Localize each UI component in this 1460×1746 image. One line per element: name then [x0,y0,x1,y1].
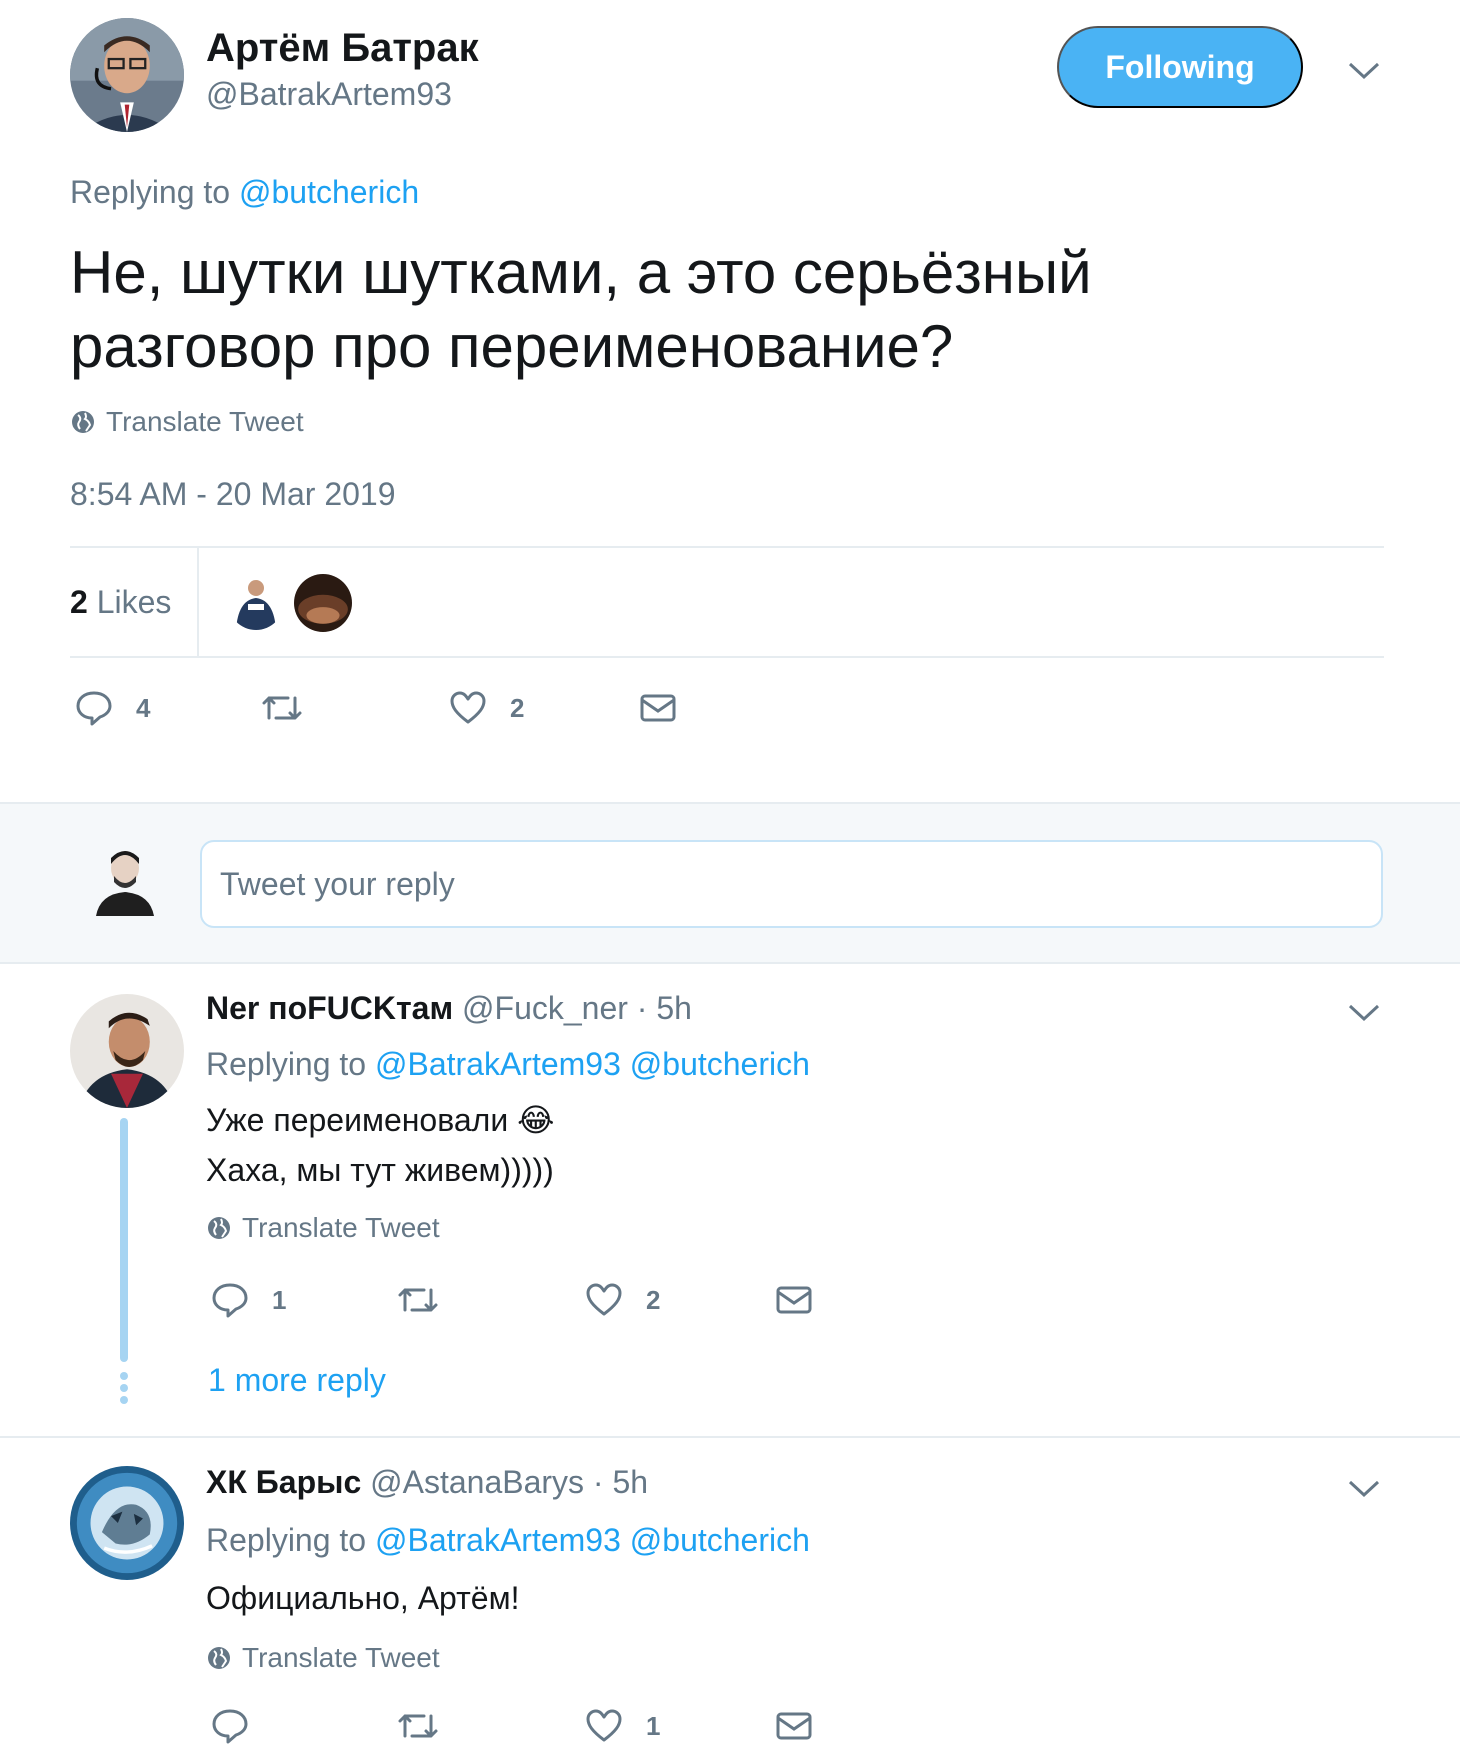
reply-header: Ner поFUCKтам @Fuck_ner · 5h [206,990,692,1027]
following-button[interactable]: Following [1057,26,1303,108]
likes-number: 2 [70,584,88,620]
liker-avatar[interactable] [294,574,352,632]
replying-to: Replying to @BatrakArtem93 @butcherich [206,1046,810,1083]
retweet-icon [396,1706,440,1746]
reply-text-line: Хаха, мы тут живем))))) [206,1152,554,1188]
likes-label: Likes [96,584,172,620]
speech-bubble-icon [74,688,114,728]
thread-dot [120,1372,128,1380]
envelope-icon [774,1706,814,1746]
current-user-avatar[interactable] [90,842,160,916]
reply-count: 4 [136,692,151,723]
like-action[interactable]: 2 [584,1280,660,1320]
reply-header: ХК Барыс @AstanaBarys · 5h [206,1464,648,1501]
reply-author-name[interactable]: Ner поFUCKтам [206,990,453,1026]
reply-action[interactable]: 4 [74,688,150,728]
like-count: 2 [510,692,525,723]
retweet-icon [396,1280,440,1320]
chevron-down-icon[interactable] [1347,1002,1381,1024]
likes-count[interactable]: 2 Likes [70,584,171,621]
chevron-down-icon[interactable] [1347,60,1381,82]
replying-prefix: Replying to [206,1046,367,1082]
speech-bubble-icon [210,1280,250,1320]
reply-text-line: Официально, Артём! [206,1580,520,1616]
reply-time[interactable]: · 5h [637,990,692,1026]
reply-action[interactable] [210,1706,272,1746]
divider [70,546,1384,548]
retweet-action[interactable] [260,688,304,728]
author-avatar[interactable] [70,18,184,132]
divider [0,1436,1460,1438]
retweet-icon [260,688,304,728]
reply-count: 1 [272,1284,287,1315]
thread-dot [120,1384,128,1392]
chevron-down-icon[interactable] [1347,1478,1381,1500]
thread-connector [120,1118,128,1362]
tweet-timestamp[interactable]: 8:54 AM - 20 Mar 2019 [70,476,396,513]
direct-message-action[interactable] [774,1280,814,1320]
translate-label: Translate Tweet [242,1642,440,1673]
reply-text-line: Уже переименовали 😂 [206,1102,555,1138]
translate-label: Translate Tweet [106,406,304,437]
translate-label: Translate Tweet [242,1212,440,1243]
author-handle[interactable]: @BatrakArtem93 [206,76,452,113]
globe-icon [206,1215,232,1241]
envelope-icon [774,1280,814,1320]
liker-avatar[interactable] [228,574,284,630]
author-name[interactable]: Артём Батрак [206,26,479,71]
heart-icon [584,1706,624,1746]
translate-tweet-link[interactable]: Translate Tweet [206,1212,440,1244]
vertical-divider [197,548,199,656]
direct-message-action[interactable] [638,688,678,728]
replying-to: Replying to @BatrakArtem93 @butcherich [206,1522,810,1559]
translate-tweet-link[interactable]: Translate Tweet [70,406,304,438]
reply-action[interactable]: 1 [210,1280,286,1320]
like-action[interactable]: 2 [448,688,524,728]
reply-time[interactable]: · 5h [593,1464,648,1500]
tweet-text: Не, шутки шутками, а это серьёзный разго… [70,239,1092,380]
globe-icon [206,1645,232,1671]
thread-dot [120,1396,128,1404]
reply-author-handle[interactable]: @AstanaBarys [370,1464,584,1500]
mention-link[interactable]: @butcherich [239,174,419,210]
like-count: 1 [646,1710,661,1741]
replying-prefix: Replying to [206,1522,367,1558]
globe-icon [70,409,96,435]
reply-author-name[interactable]: ХК Барыс [206,1464,361,1500]
tweet-reply-input[interactable] [200,840,1383,928]
like-action[interactable]: 1 [584,1706,660,1746]
speech-bubble-icon [210,1706,250,1746]
mention-link[interactable]: @BatrakArtem93 @butcherich [375,1046,810,1082]
replying-prefix: Replying to [70,174,231,210]
envelope-icon [638,688,678,728]
more-replies-link[interactable]: 1 more reply [208,1362,386,1399]
reply-author-handle[interactable]: @Fuck_ner [462,990,628,1026]
like-count: 2 [646,1284,661,1315]
heart-icon [584,1280,624,1320]
divider [70,656,1384,658]
replying-to: Replying to @butcherich [70,174,419,211]
retweet-action[interactable] [396,1280,440,1320]
translate-tweet-link[interactable]: Translate Tweet [206,1642,440,1674]
mention-link[interactable]: @BatrakArtem93 @butcherich [375,1522,810,1558]
heart-icon [448,688,488,728]
retweet-action[interactable] [396,1706,440,1746]
reply-author-avatar[interactable] [70,1466,184,1580]
reply-author-avatar[interactable] [70,994,184,1108]
direct-message-action[interactable] [774,1706,814,1746]
